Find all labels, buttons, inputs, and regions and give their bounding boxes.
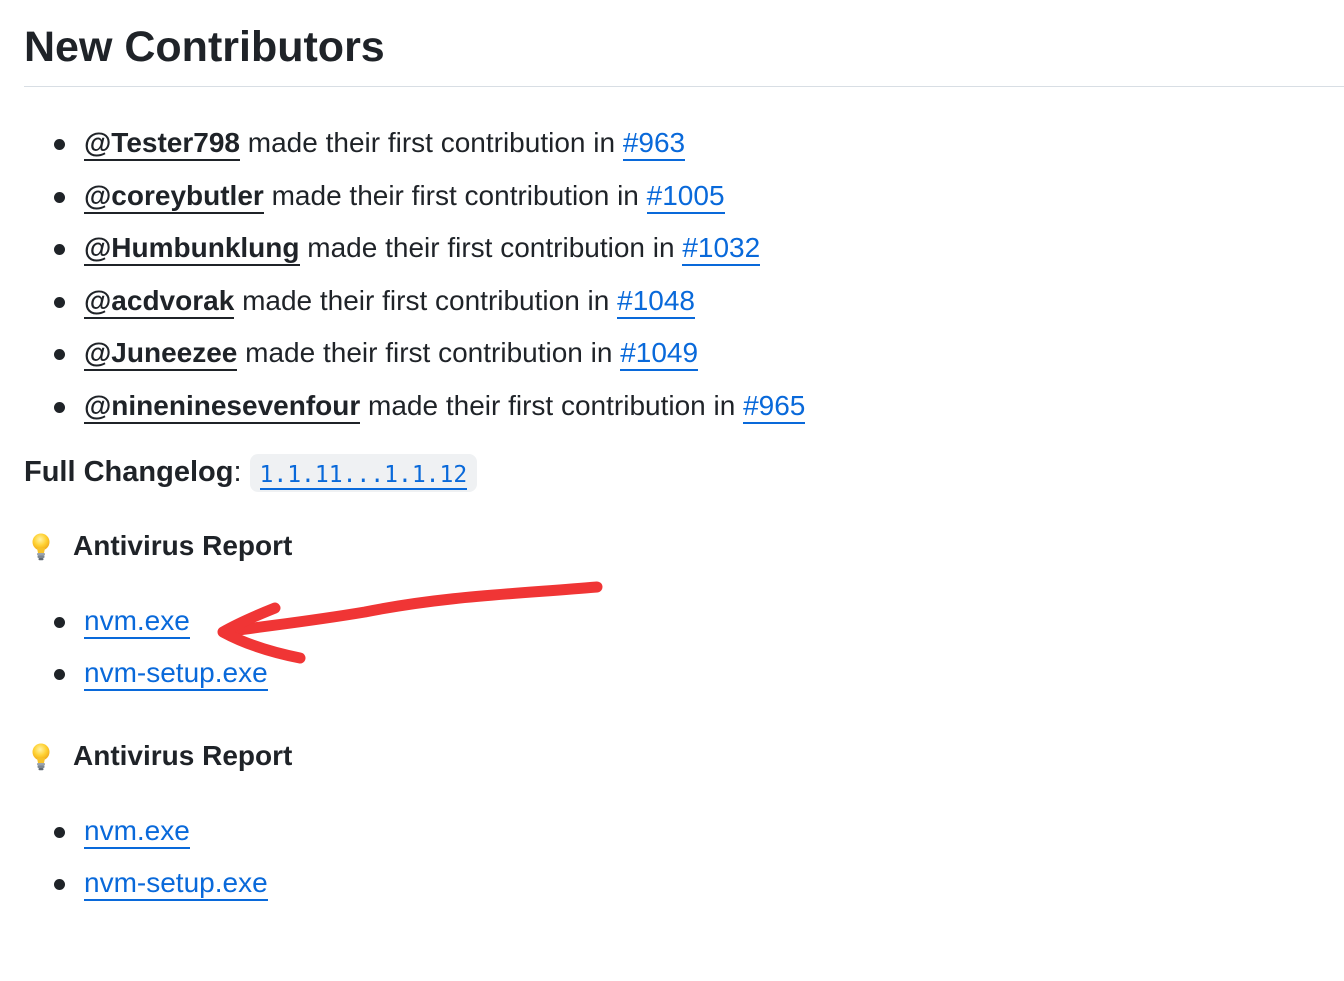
pr-link[interactable]: #1048 (617, 284, 695, 319)
file-link-nvm-exe[interactable]: nvm.exe (84, 814, 190, 849)
release-notes: New Contributors @Tester798 made their f… (24, 0, 1344, 910)
bullet (54, 139, 65, 150)
bullet (54, 669, 65, 681)
contribution-text: made their first contribution in (245, 337, 613, 369)
annotation-arrow-icon (217, 581, 603, 664)
contribution-text: made their first contribution in (368, 389, 736, 421)
bullet (54, 616, 65, 628)
bullet (54, 296, 65, 308)
bullet (54, 349, 65, 361)
antivirus-heading: Antivirus Report (24, 526, 1344, 566)
bullet (54, 401, 65, 413)
changelog-compare-link[interactable]: 1.1.11...1.1.12 (259, 461, 468, 490)
lightbulb-icon (32, 743, 50, 770)
bullet (54, 826, 65, 838)
antivirus-heading-text: Antivirus Report (73, 529, 293, 561)
changelog-label: Full Changelog (24, 455, 234, 488)
antivirus-heading-text: Antivirus Report (73, 739, 293, 771)
user-link[interactable]: @coreybutler (84, 179, 264, 214)
contributors-list: @Tester798 made their first contribution… (24, 117, 1344, 433)
changelog-separator: : (233, 455, 242, 488)
changelog-code: 1.1.11...1.1.12 (249, 453, 478, 492)
file-link-nvm-exe[interactable]: nvm.exe (84, 604, 190, 639)
bullet (54, 879, 65, 891)
list-item: nvm-setup.exe (24, 857, 1344, 910)
user-link[interactable]: @nineninesevenfour (84, 389, 361, 424)
pr-link[interactable]: #1032 (682, 232, 761, 267)
user-link[interactable]: @Juneezee (84, 337, 238, 372)
list-item: @coreybutler made their first contributi… (24, 170, 1344, 223)
contribution-text: made their first contribution in (247, 127, 616, 158)
contribution-text: made their first contribution in (271, 179, 639, 211)
pr-link[interactable]: #963 (622, 127, 686, 161)
pr-link[interactable]: #1005 (646, 179, 725, 214)
list-item: nvm.exe (24, 805, 1344, 858)
pr-link[interactable]: #1049 (620, 337, 699, 372)
pr-link[interactable]: #965 (743, 389, 806, 424)
list-item: @Humbunklung made their first contributi… (24, 222, 1344, 275)
antivirus-file-list: nvm.exe nvm-setup.exe (24, 805, 1344, 910)
contribution-text: made their first contribution in (242, 284, 610, 316)
list-item: @Juneezee made their first contribution … (24, 327, 1344, 380)
user-link[interactable]: @acdvorak (84, 284, 235, 319)
full-changelog: Full Changelog: 1.1.11...1.1.12 (24, 451, 1344, 493)
bullet (54, 244, 65, 256)
contribution-text: made their first contribution in (307, 232, 675, 264)
list-item: @acdvorak made their first contribution … (24, 275, 1344, 328)
list-item: @Tester798 made their first contribution… (24, 117, 1344, 170)
user-link[interactable]: @Tester798 (84, 127, 240, 161)
list-item: @nineninesevenfour made their first cont… (24, 380, 1344, 433)
user-link[interactable]: @Humbunklung (84, 232, 300, 267)
lightbulb-icon (32, 533, 50, 560)
file-link-nvm-setup-exe[interactable]: nvm-setup.exe (84, 867, 268, 902)
page-title: New Contributors (24, 0, 1344, 87)
bullet (54, 191, 65, 203)
antivirus-heading: Antivirus Report (24, 736, 1344, 776)
